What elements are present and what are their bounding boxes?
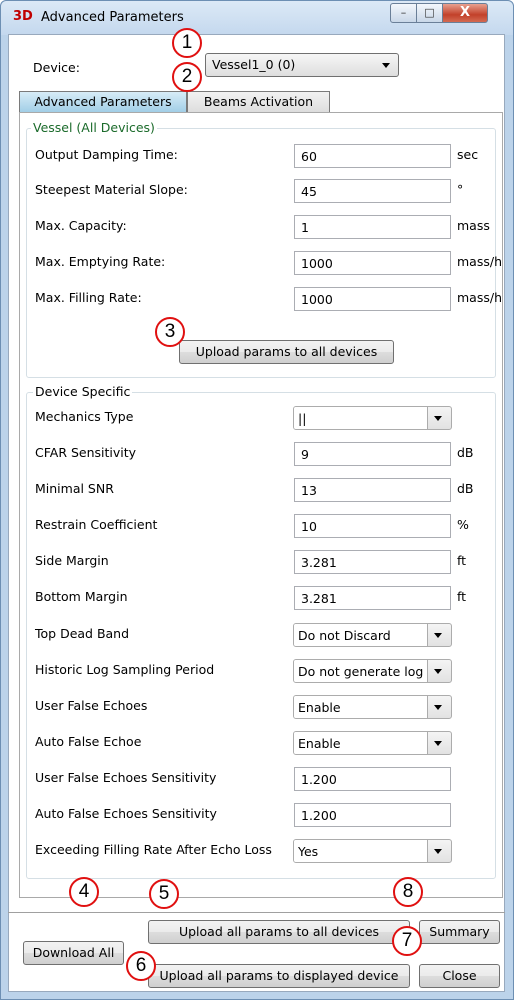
device-field-unit: dB <box>457 445 474 460</box>
download-all-button[interactable]: Download All <box>23 941 124 965</box>
callout-marker-6: 6 <box>126 951 156 981</box>
vessel-field-unit: ° <box>457 182 464 197</box>
device-selected-value: Vessel1_0 (0) <box>212 57 296 72</box>
callout-marker-4: 4 <box>69 877 99 907</box>
maximize-button[interactable]: □ <box>416 3 443 23</box>
close-button[interactable]: Close <box>419 964 500 988</box>
device-field-select-value: || <box>294 407 428 429</box>
callout-marker-8: 8 <box>393 877 423 907</box>
tab-advanced-parameters[interactable]: Advanced Parameters <box>19 91 187 113</box>
device-field-unit: dB <box>457 481 474 496</box>
close-window-button[interactable]: X <box>442 3 488 23</box>
device-field-label: Mechanics Type <box>35 409 134 424</box>
device-field-label: Auto False Echoes Sensitivity <box>35 806 217 821</box>
chevron-down-icon <box>434 633 442 638</box>
window-title: Advanced Parameters <box>41 10 184 25</box>
chevron-down-icon <box>434 741 442 746</box>
device-field-select[interactable]: Do not generate log <box>293 659 452 683</box>
device-field-input[interactable]: 1.200 <box>294 803 451 827</box>
device-field-label: User False Echoes Sensitivity <box>35 770 217 785</box>
device-select[interactable]: Vessel1_0 (0) <box>205 53 399 77</box>
upload-params-to-all-devices-button[interactable]: Upload params to all devices <box>179 340 394 364</box>
callout-marker-1: 1 <box>172 28 202 58</box>
device-field-label: Side Margin <box>35 553 109 568</box>
minimize-button[interactable]: – <box>390 3 417 23</box>
device-field-unit: % <box>457 517 469 532</box>
vessel-field-input[interactable]: 1 <box>294 215 451 239</box>
upload-all-params-to-displayed-device-button[interactable]: Upload all params to displayed device <box>148 964 410 988</box>
device-field-select[interactable]: Do not Discard <box>293 623 452 647</box>
device-field-label: Exceeding Filling Rate After Echo Loss <box>35 842 272 857</box>
vessel-field-label: Steepest Material Slope: <box>35 182 188 197</box>
device-field-unit: ft <box>457 589 467 604</box>
device-field-select[interactable]: Yes <box>293 839 452 863</box>
vessel-field-label: Output Damping Time: <box>35 147 178 162</box>
chevron-down-icon <box>434 705 442 710</box>
device-field-select-value: Enable <box>294 696 428 718</box>
vessel-field-label: Max. Capacity: <box>35 218 127 233</box>
device-specific-group-title: Device Specific <box>33 384 133 399</box>
footer-separator <box>8 912 505 913</box>
chevron-down-icon <box>382 63 390 68</box>
summary-button[interactable]: Summary <box>419 920 500 944</box>
device-field-select-value: Do not Discard <box>294 624 428 646</box>
chevron-down-icon <box>434 849 442 854</box>
device-field-input[interactable]: 3.281 <box>294 586 451 610</box>
app-logo-icon: 3D <box>13 9 33 24</box>
callout-marker-2: 2 <box>172 62 202 92</box>
device-field-label: Top Dead Band <box>35 626 130 641</box>
device-field-select[interactable]: Enable <box>293 695 452 719</box>
device-field-input[interactable]: 13 <box>294 478 451 502</box>
device-field-label: Restrain Coefficient <box>35 517 158 532</box>
device-field-input[interactable]: 10 <box>294 514 451 538</box>
callout-marker-3: 3 <box>155 317 185 347</box>
chevron-down-icon <box>434 416 442 421</box>
vessel-field-input[interactable]: 45 <box>294 179 451 203</box>
device-field-select-value: Do not generate log <box>294 660 428 682</box>
device-field-input[interactable]: 9 <box>294 442 451 466</box>
vessel-field-unit: mass/h <box>457 254 502 269</box>
upload-all-params-to-all-devices-button[interactable]: Upload all params to all devices <box>148 920 410 944</box>
device-field-select[interactable]: || <box>293 406 452 430</box>
tab-beams-activation[interactable]: Beams Activation <box>187 91 330 113</box>
chevron-down-icon <box>434 669 442 674</box>
device-field-label: Bottom Margin <box>35 589 128 604</box>
device-field-input[interactable]: 3.281 <box>294 550 451 574</box>
callout-marker-5: 5 <box>149 879 179 909</box>
vessel-field-label: Max. Filling Rate: <box>35 290 142 305</box>
device-field-select[interactable]: Enable <box>293 731 452 755</box>
device-label: Device: <box>33 60 80 75</box>
device-field-select-value: Yes <box>294 840 428 862</box>
vessel-group-title: Vessel (All Devices) <box>31 120 157 135</box>
callout-marker-7: 7 <box>392 926 422 956</box>
vessel-field-input[interactable]: 1000 <box>294 287 451 311</box>
vessel-field-unit: mass/h <box>457 290 502 305</box>
vessel-field-input[interactable]: 1000 <box>294 251 451 275</box>
device-field-unit: ft <box>457 553 467 568</box>
device-field-label: Historic Log Sampling Period <box>35 662 215 677</box>
device-field-label: User False Echoes <box>35 698 148 713</box>
device-field-select-value: Enable <box>294 732 428 754</box>
vessel-field-input[interactable]: 60 <box>294 144 451 168</box>
device-field-label: CFAR Sensitivity <box>35 445 137 460</box>
device-field-label: Auto False Echoe <box>35 734 142 749</box>
vessel-field-unit: mass <box>457 218 490 233</box>
vessel-field-unit: sec <box>457 147 479 162</box>
title-bar[interactable]: 3D Advanced Parameters – □ X <box>1 1 513 35</box>
device-field-label: Minimal SNR <box>35 481 114 496</box>
device-field-input[interactable]: 1.200 <box>294 767 451 791</box>
vessel-field-label: Max. Emptying Rate: <box>35 254 166 269</box>
